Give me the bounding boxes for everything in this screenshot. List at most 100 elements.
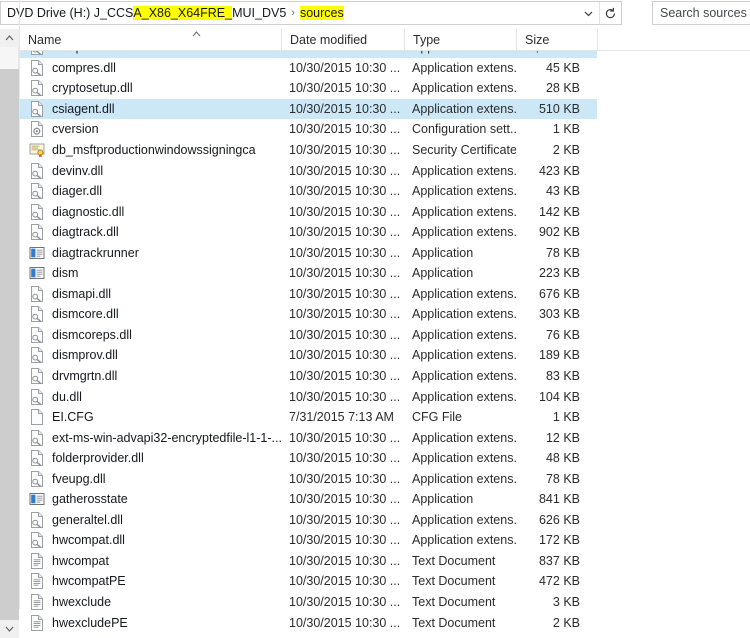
cell-size: 43 KB: [545, 184, 580, 199]
cell-type: Application extens...: [412, 389, 516, 404]
cell-date-modified: 10/30/2015 10:30 ...: [289, 348, 401, 363]
cell-name[interactable]: dismcore.dll: [20, 306, 281, 323]
table-row[interactable]: db_msftproductionwindowssigningca 10/30/2…: [20, 140, 750, 161]
table-row[interactable]: cversion 10/30/2015 10:30 ... Configuratio…: [20, 119, 750, 140]
address-bar[interactable]: DVD Drive (H:) J_CCS A_X86_X64FRE_ MUI_DV5…: [0, 1, 622, 25]
table-row[interactable]: dismapi.dll 10/30/2015 10:30 ... Applicati…: [20, 284, 750, 305]
cell-name[interactable]: drvmgrtn.dll: [20, 368, 281, 385]
cell-size: 45 KB: [545, 60, 580, 75]
cell-name[interactable]: cryptosetup.dll: [20, 80, 281, 97]
cell-name[interactable]: hwcompat.dll: [20, 532, 281, 549]
cell-name[interactable]: diagnostic.dll: [20, 203, 281, 220]
cell-name[interactable]: dismprov.dll: [20, 347, 281, 364]
cell-name[interactable]: dismcoreps.dll: [20, 326, 281, 343]
cell-date-modified: 10/30/2015 10:30 ...: [289, 595, 401, 610]
cell-name[interactable]: db_msftproductionwindowssigningca: [20, 142, 281, 158]
table-row[interactable]: hwcompatPE 10/30/2015 10:30 ... Text Docum…: [20, 571, 750, 592]
table-row[interactable]: dismcore.dll 10/30/2015 10:30 ... Applicat…: [20, 304, 750, 325]
certificate-icon: [29, 142, 45, 158]
cell-name[interactable]: compres.dll: [20, 59, 281, 76]
scroll-down-icon[interactable]: [0, 620, 19, 638]
cell-date-modified: 10/30/2015 10:30 ...: [289, 492, 401, 507]
table-row[interactable]: drvmgrtn.dll 10/30/2015 10:30 ... Applicat…: [20, 366, 750, 387]
table-row[interactable]: csiagent.dll 10/30/2015 10:30 ... Applicat…: [20, 98, 750, 120]
cell-name[interactable]: diager.dll: [20, 183, 281, 200]
cell-type: Configuration sett...: [412, 122, 516, 137]
scroll-up-icon[interactable]: [0, 29, 19, 47]
cell-date-modified: 10/30/2015 10:30 ...: [289, 307, 401, 322]
cell-date-modified: 7/31/2015 7:13 AM: [289, 410, 394, 425]
cell-date-modified: 10/30/2015 10:30 ...: [289, 143, 401, 157]
table-row[interactable]: hwexcludePE 10/30/2015 10:30 ... Text Docu…: [20, 612, 750, 633]
scrollbar-thumb[interactable]: [0, 47, 19, 69]
cell-name[interactable]: du.dll: [20, 388, 281, 405]
cell-name[interactable]: csiagent.dll: [20, 100, 281, 117]
column-header-name[interactable]: Name: [20, 29, 281, 51]
file-name-label: generaltel.dll: [52, 512, 123, 527]
table-row[interactable]: fveupg.dll 10/30/2015 10:30 ... Applicatio…: [20, 468, 750, 489]
file-name-label: dism: [52, 266, 79, 281]
cell-name[interactable]: gatherosstate: [20, 491, 281, 507]
cell-name[interactable]: fveupg.dll: [20, 470, 281, 487]
cell-name[interactable]: hwcompatPE: [20, 573, 281, 590]
cell-name[interactable]: hwcompat: [20, 552, 281, 569]
table-row[interactable]: ext-ms-win-advapi32-encryptedfile-l1-1-.…: [20, 427, 750, 448]
breadcrumb-leaf-sources[interactable]: sources: [299, 6, 344, 20]
table-row[interactable]: du.dll 10/30/2015 10:30 ... Application ex…: [20, 386, 750, 407]
chevron-down-icon[interactable]: [577, 2, 599, 24]
file-name-label: diagtrack.dll: [52, 225, 119, 240]
table-row[interactable]: diager.dll 10/30/2015 10:30 ... Applicatio…: [20, 181, 750, 202]
cell-type: Application extens...: [412, 430, 516, 445]
table-row[interactable]: compres.dll 10/30/2015 10:30 ... Applicati…: [20, 58, 750, 79]
cell-size: 223 KB: [538, 266, 580, 281]
cell-date-modified: 10/30/2015 10:30 ...: [289, 204, 401, 219]
cell-name[interactable]: compatresources.dll: [20, 51, 281, 56]
search-placeholder: Search sources: [660, 6, 747, 20]
table-row[interactable]: diagtrackrunner 10/30/2015 10:30 ... Appli…: [20, 242, 750, 263]
table-row[interactable]: diagnostic.dll 10/30/2015 10:30 ... Applic…: [20, 201, 750, 222]
scrollbar-track[interactable]: [0, 69, 19, 620]
table-row[interactable]: hwcompat.dll 10/30/2015 10:30 ... Applicat…: [20, 530, 750, 551]
cell-name[interactable]: hwexclude: [20, 594, 281, 611]
cell-name[interactable]: dismapi.dll: [20, 285, 281, 302]
dll-icon: [29, 51, 45, 56]
refresh-icon[interactable]: [599, 2, 621, 24]
cell-name[interactable]: hwexcludePE: [20, 614, 281, 631]
search-input[interactable]: Search sources: [652, 1, 750, 25]
cell-name[interactable]: devinv.dll: [20, 162, 281, 179]
vertical-scrollbar[interactable]: [0, 29, 19, 638]
table-row[interactable]: cryptosetup.dll 10/30/2015 10:30 ... Appli…: [20, 78, 750, 99]
cell-name[interactable]: cversion: [20, 121, 281, 138]
table-row[interactable]: generaltel.dll 10/30/2015 10:30 ... Applic…: [20, 510, 750, 531]
cell-name[interactable]: diagtrackrunner: [20, 245, 281, 261]
breadcrumb[interactable]: DVD Drive (H:) J_CCS A_X86_X64FRE_ MUI_DV5…: [1, 6, 577, 20]
cell-type: Application extens...: [412, 471, 516, 486]
cell-size: 472 KB: [538, 574, 580, 589]
cell-name[interactable]: diagtrack.dll: [20, 224, 281, 241]
dll-icon: [29, 59, 45, 76]
cell-name[interactable]: ext-ms-win-advapi32-encryptedfile-l1-1-.…: [20, 429, 281, 446]
cell-name[interactable]: EI.CFG: [20, 409, 281, 426]
table-row[interactable]: hwexclude 10/30/2015 10:30 ... Text Docume…: [20, 592, 750, 613]
cell-name[interactable]: generaltel.dll: [20, 511, 281, 528]
dll-icon: [29, 347, 45, 364]
cell-date-modified: 10/30/2015 10:30 ...: [289, 451, 401, 466]
cell-name[interactable]: folderprovider.dll: [20, 450, 281, 467]
column-header-date-modified[interactable]: Date modified: [281, 29, 404, 51]
table-row[interactable]: folderprovider.dll 10/30/2015 10:30 ... Ap…: [20, 448, 750, 469]
table-row[interactable]: diagtrack.dll 10/30/2015 10:30 ... Applica…: [20, 222, 750, 243]
cell-name[interactable]: dism: [20, 265, 281, 281]
table-row[interactable]: EI.CFG 7/31/2015 7:13 AM CFG File 1 KB: [20, 407, 750, 428]
column-header-size[interactable]: Size: [516, 29, 597, 51]
column-header-type[interactable]: Type: [404, 29, 516, 51]
file-list[interactable]: compatresources.dll 10/30/2015 10:30 ... A…: [20, 51, 750, 638]
breadcrumb-separator-icon: ›: [291, 6, 295, 19]
table-row[interactable]: dismprov.dll 10/30/2015 10:30 ... Applicat…: [20, 345, 750, 366]
table-row[interactable]: hwcompat 10/30/2015 10:30 ... Text Documen…: [20, 551, 750, 572]
table-row[interactable]: gatherosstate 10/30/2015 10:30 ... Applica…: [20, 489, 750, 510]
table-row[interactable]: dismcoreps.dll 10/30/2015 10:30 ... Applic…: [20, 325, 750, 346]
file-name-label: compres.dll: [52, 60, 116, 75]
table-row[interactable]: dism 10/30/2015 10:30 ... Application 223 K…: [20, 263, 750, 284]
table-row[interactable]: devinv.dll 10/30/2015 10:30 ... Applicatio…: [20, 160, 750, 181]
file-name-label: dismcore.dll: [52, 307, 119, 322]
